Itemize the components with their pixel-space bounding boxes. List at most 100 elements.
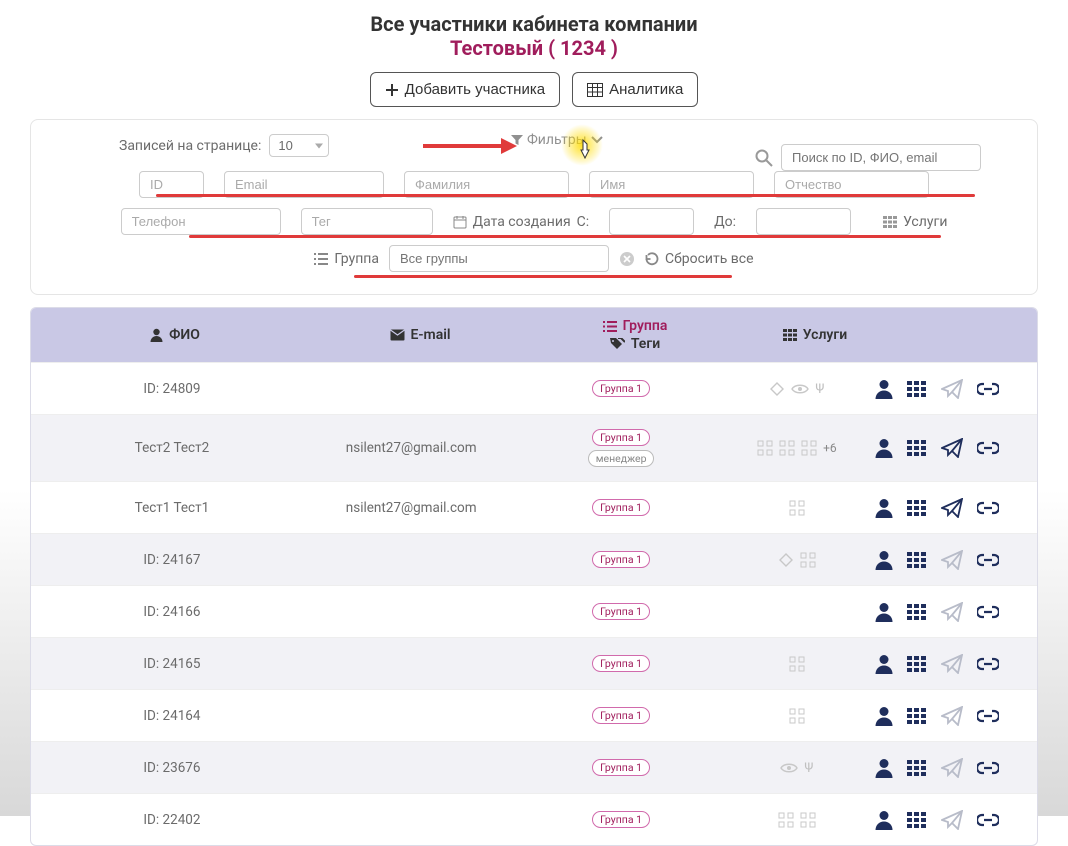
participants-table: ФИО E-mail Группа Теги: [30, 307, 1038, 846]
qr-icon[interactable]: [789, 708, 805, 724]
services-grid-button[interactable]: [907, 604, 927, 620]
services-grid-button[interactable]: [907, 440, 927, 456]
envelope-icon: [390, 329, 405, 341]
group-badge[interactable]: Группа 1: [592, 380, 650, 397]
services-grid-button[interactable]: [907, 708, 927, 724]
th-group[interactable]: Группа: [603, 318, 668, 334]
psi-icon[interactable]: Ψ: [804, 760, 813, 776]
psi-icon[interactable]: Ψ: [815, 381, 824, 397]
reset-all-button[interactable]: Сбросить все: [645, 251, 754, 267]
diamond-icon[interactable]: [769, 381, 785, 397]
cell-group: Группа 1: [523, 707, 718, 724]
send-button[interactable]: [941, 379, 963, 399]
send-button[interactable]: [941, 550, 963, 570]
tags-icon: [610, 338, 625, 350]
send-button[interactable]: [941, 706, 963, 726]
services-grid-button[interactable]: [907, 552, 927, 568]
group-badge[interactable]: Группа 1: [592, 551, 650, 568]
send-button[interactable]: [941, 498, 963, 518]
qr-icon[interactable]: [800, 552, 816, 568]
user-profile-button[interactable]: [875, 438, 893, 458]
qr-icon[interactable]: [778, 812, 794, 828]
analytics-button[interactable]: Аналитика: [572, 72, 698, 107]
services-grid-button[interactable]: [907, 760, 927, 776]
qr-icon[interactable]: [779, 440, 795, 456]
group-badge[interactable]: Группа 1: [592, 499, 650, 516]
diamond-icon[interactable]: [778, 552, 794, 568]
filter-phone-input[interactable]: [121, 208, 281, 235]
group-badge[interactable]: Группа 1: [592, 707, 650, 724]
group-badge[interactable]: Группа 1: [592, 603, 650, 620]
link-button[interactable]: [977, 709, 999, 723]
eye-icon[interactable]: [780, 762, 798, 774]
cell-actions: [875, 654, 1023, 674]
services-more[interactable]: +6: [823, 441, 837, 455]
annotation-underline: [189, 235, 941, 238]
table-row: ID: 24166Группа 1: [31, 585, 1037, 637]
user-profile-button[interactable]: [875, 654, 893, 674]
link-button[interactable]: [977, 813, 999, 827]
qr-icon[interactable]: [757, 440, 773, 456]
table-row: ID: 24164 Группа 1: [31, 689, 1037, 741]
date-created-text: Дата создания: [473, 214, 571, 230]
filter-tag-input[interactable]: [301, 208, 433, 235]
user-profile-button[interactable]: [875, 379, 893, 399]
user-profile-button[interactable]: [875, 550, 893, 570]
table-row: ID: 22402Группа 1: [31, 793, 1037, 845]
filter-panel: Записей на странице: 10 Фильтры: [30, 119, 1038, 295]
tag-badge[interactable]: менеджер: [588, 450, 655, 467]
user-profile-button[interactable]: [875, 498, 893, 518]
user-profile-button[interactable]: [875, 706, 893, 726]
link-button[interactable]: [977, 657, 999, 671]
search-input[interactable]: [781, 144, 981, 171]
qr-icon[interactable]: [789, 500, 805, 516]
link-button[interactable]: [977, 553, 999, 567]
link-button[interactable]: [977, 382, 999, 396]
qr-icon[interactable]: [789, 656, 805, 672]
add-participant-button[interactable]: Добавить участника: [370, 72, 560, 107]
filter-group-select[interactable]: [389, 245, 609, 272]
filter-services-button[interactable]: Услуги: [883, 214, 947, 230]
annotation-underline: [156, 194, 975, 197]
user-profile-button[interactable]: [875, 758, 893, 778]
send-button[interactable]: [941, 758, 963, 778]
send-button[interactable]: [941, 438, 963, 458]
link-button[interactable]: [977, 605, 999, 619]
filter-date-to-input[interactable]: [756, 208, 851, 235]
user-profile-button[interactable]: [875, 602, 893, 622]
qr-icon[interactable]: [801, 440, 817, 456]
th-tags[interactable]: Теги: [610, 336, 660, 352]
services-grid-button[interactable]: [907, 500, 927, 516]
records-per-page-select[interactable]: 10: [269, 134, 329, 157]
group-badge[interactable]: Группа 1: [592, 811, 650, 828]
link-button[interactable]: [977, 441, 999, 455]
filters-toggle[interactable]: Фильтры: [511, 132, 603, 148]
add-participant-label: Добавить участника: [405, 81, 545, 98]
rotate-icon: [645, 252, 659, 266]
clear-group-button[interactable]: [619, 251, 635, 267]
table-row: ID: 24165Группа 1: [31, 637, 1037, 689]
eye-icon[interactable]: [791, 383, 809, 395]
qr-icon[interactable]: [800, 812, 816, 828]
services-grid-button[interactable]: [907, 381, 927, 397]
link-button[interactable]: [977, 501, 999, 515]
filter-date-from-input[interactable]: [609, 208, 694, 235]
services-grid-button[interactable]: [907, 656, 927, 672]
group-badge[interactable]: Группа 1: [592, 429, 650, 446]
group-badge[interactable]: Группа 1: [592, 655, 650, 672]
filter-group-label: Группа: [314, 251, 379, 267]
group-badge[interactable]: Группа 1: [592, 759, 650, 776]
cell-group: Группа 1: [523, 759, 718, 776]
page-subtitle: Тестовый ( 1234 ): [0, 36, 1068, 60]
cell-actions: [875, 758, 1023, 778]
cell-fio: ID: 24164: [45, 708, 299, 724]
funnel-icon: [511, 134, 523, 146]
services-grid-button[interactable]: [907, 812, 927, 828]
cell-group: Группа 1: [523, 655, 718, 672]
send-button[interactable]: [941, 654, 963, 674]
chevron-down-icon: [591, 135, 603, 145]
send-button[interactable]: [941, 810, 963, 830]
send-button[interactable]: [941, 602, 963, 622]
link-button[interactable]: [977, 761, 999, 775]
user-profile-button[interactable]: [875, 810, 893, 830]
